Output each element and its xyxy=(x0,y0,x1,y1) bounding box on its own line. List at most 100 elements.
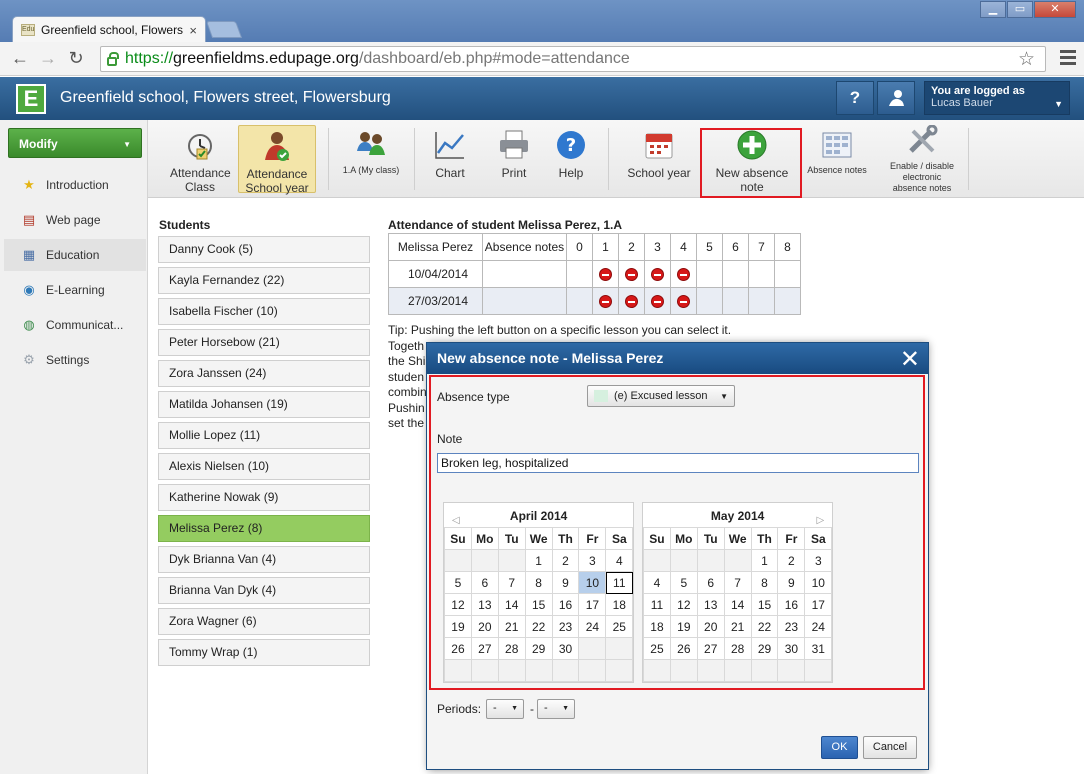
bookmark-star-icon[interactable]: ☆ xyxy=(1018,48,1035,71)
sidebar-item-education[interactable]: ▦ Education xyxy=(4,239,146,271)
line-chart-icon xyxy=(435,132,464,159)
ribbon-separator xyxy=(608,128,609,190)
back-arrow-icon[interactable]: ← xyxy=(6,48,34,69)
student-list-item[interactable]: Alexis Nielsen (10) xyxy=(158,453,370,480)
chart-button[interactable]: Chart xyxy=(423,125,477,193)
lesson-cell[interactable] xyxy=(592,287,619,315)
ok-button[interactable]: OK xyxy=(821,736,858,759)
lesson-cell[interactable] xyxy=(670,260,697,288)
modify-button[interactable]: Modify ▼ xyxy=(8,128,142,158)
period-from-value: - xyxy=(493,702,497,714)
attendance-date[interactable]: 10/04/2014 xyxy=(388,260,483,288)
absence-notes-grid-icon xyxy=(822,132,852,158)
lesson-cell[interactable] xyxy=(774,260,801,288)
print-button[interactable]: Print xyxy=(488,125,540,193)
lesson-cell[interactable] xyxy=(566,260,593,288)
enable-disable-notes-button[interactable]: Enable / disable electronic absence note… xyxy=(882,124,962,193)
sidebar-item-introduction[interactable]: ★ Introduction xyxy=(4,169,146,201)
chevron-down-icon: ▼ xyxy=(511,705,518,712)
sidebar-item-label: Settings xyxy=(46,353,90,367)
student-list-item[interactable]: Zora Wagner (6) xyxy=(158,608,370,635)
user-profile-button[interactable] xyxy=(877,81,915,115)
browser-tab[interactable]: Edu Greenfield school, Flowers × xyxy=(12,16,206,43)
attendance-school-year-button[interactable]: Attendance School year xyxy=(238,125,316,195)
absence-note-cell[interactable] xyxy=(482,260,567,288)
lesson-cell[interactable] xyxy=(644,287,671,315)
period-header: 7 xyxy=(748,233,775,261)
student-list-item[interactable]: Dyk Brianna Van (4) xyxy=(158,546,370,573)
edupage-logo[interactable]: E xyxy=(16,84,46,114)
student-list-item[interactable]: Matilda Johansen (19) xyxy=(158,391,370,418)
student-list-item[interactable]: Kayla Fernandez (22) xyxy=(158,267,370,294)
lesson-cell[interactable] xyxy=(748,260,775,288)
tab-close-icon[interactable]: × xyxy=(189,23,197,38)
period-header: 4 xyxy=(670,233,697,261)
person-icon xyxy=(889,90,904,106)
student-list-item[interactable]: Zora Janssen (24) xyxy=(158,360,370,387)
absent-icon xyxy=(677,295,690,309)
absence-note-cell[interactable] xyxy=(482,287,567,315)
lesson-cell[interactable] xyxy=(618,260,645,288)
absent-icon xyxy=(651,268,664,282)
period-to-select[interactable]: - ▼ xyxy=(537,699,575,719)
lesson-cell[interactable] xyxy=(748,287,775,315)
lesson-cell[interactable] xyxy=(566,287,593,315)
lesson-cell[interactable] xyxy=(774,287,801,315)
chevron-down-icon: ▼ xyxy=(1054,99,1063,109)
sidebar-item-web-page[interactable]: ▤ Web page xyxy=(4,204,146,236)
period-header: 3 xyxy=(644,233,671,261)
new-tab-button[interactable] xyxy=(205,21,243,38)
attendance-class-button[interactable]: Attendance Class xyxy=(166,125,234,194)
user-name: Lucas Bauer xyxy=(931,97,993,109)
minimize-window-button[interactable]: ▁ xyxy=(980,1,1006,18)
student-list-item[interactable]: Melissa Perez (8) xyxy=(158,515,370,542)
modify-label: Modify xyxy=(19,137,58,151)
sidebar-item-communication[interactable]: ◍ Communicat... xyxy=(4,309,146,341)
forward-arrow-icon[interactable]: → xyxy=(34,48,62,69)
lesson-cell[interactable] xyxy=(670,287,697,315)
lock-icon xyxy=(107,51,119,66)
my-class-button[interactable]: 1.A (My class) xyxy=(338,125,404,193)
sidebar-item-settings[interactable]: ⚙ Settings xyxy=(4,344,146,376)
reload-icon[interactable]: ↻ xyxy=(62,48,90,69)
lesson-cell[interactable] xyxy=(644,260,671,288)
absence-notes-button[interactable]: Absence notes xyxy=(804,125,870,193)
cancel-button[interactable]: Cancel xyxy=(863,736,917,759)
lesson-cell[interactable] xyxy=(722,260,749,288)
help-button[interactable]: ? xyxy=(836,81,874,115)
help-ribbon-label: Help xyxy=(558,166,584,180)
ribbon-separator xyxy=(414,128,415,190)
lesson-cell[interactable] xyxy=(696,287,723,315)
lesson-cell[interactable] xyxy=(696,260,723,288)
attendance-row: 27/03/2014 xyxy=(388,287,801,315)
browser-menu-icon[interactable] xyxy=(1060,50,1076,68)
periods-label: Periods: xyxy=(437,702,482,716)
url-scheme: https:// xyxy=(125,50,174,67)
help-ribbon-button[interactable]: ? Help xyxy=(546,125,596,193)
student-list-item[interactable]: Peter Horsebow (21) xyxy=(158,329,370,356)
student-list-item[interactable]: Danny Cook (5) xyxy=(158,236,370,263)
lesson-cell[interactable] xyxy=(618,287,645,315)
lesson-cell[interactable] xyxy=(592,260,619,288)
attendance-date[interactable]: 27/03/2014 xyxy=(388,287,483,315)
address-bar[interactable]: https:// greenfieldms.edupage.org /dashb… xyxy=(100,46,1046,72)
maximize-window-button[interactable]: ▭ xyxy=(1007,1,1033,18)
close-window-button[interactable]: ✕ xyxy=(1034,1,1076,18)
dialog-title: New absence note - Melissa Perez xyxy=(437,350,664,366)
close-icon[interactable]: ✕ xyxy=(900,345,920,374)
student-list-item[interactable]: Katherine Nowak (9) xyxy=(158,484,370,511)
attendance-row: 10/04/2014 xyxy=(388,260,801,288)
dialog-title-bar: New absence note - Melissa Perez ✕ xyxy=(427,343,928,374)
user-menu[interactable]: You are logged as Lucas Bauer ▼ xyxy=(924,81,1070,115)
tip-line: Tip: Pushing the left button on a specif… xyxy=(388,323,732,337)
lesson-cell[interactable] xyxy=(722,287,749,315)
student-list-item[interactable]: Tommy Wrap (1) xyxy=(158,639,370,666)
svg-text:?: ? xyxy=(566,135,576,156)
tools-icon xyxy=(909,124,938,153)
student-list-item[interactable]: Mollie Lopez (11) xyxy=(158,422,370,449)
sidebar-item-e-learning[interactable]: ◉ E-Learning xyxy=(4,274,146,306)
school-year-button[interactable]: School year xyxy=(620,125,698,193)
student-list-item[interactable]: Brianna Van Dyk (4) xyxy=(158,577,370,604)
period-from-select[interactable]: - ▼ xyxy=(486,699,524,719)
student-list-item[interactable]: Isabella Fischer (10) xyxy=(158,298,370,325)
